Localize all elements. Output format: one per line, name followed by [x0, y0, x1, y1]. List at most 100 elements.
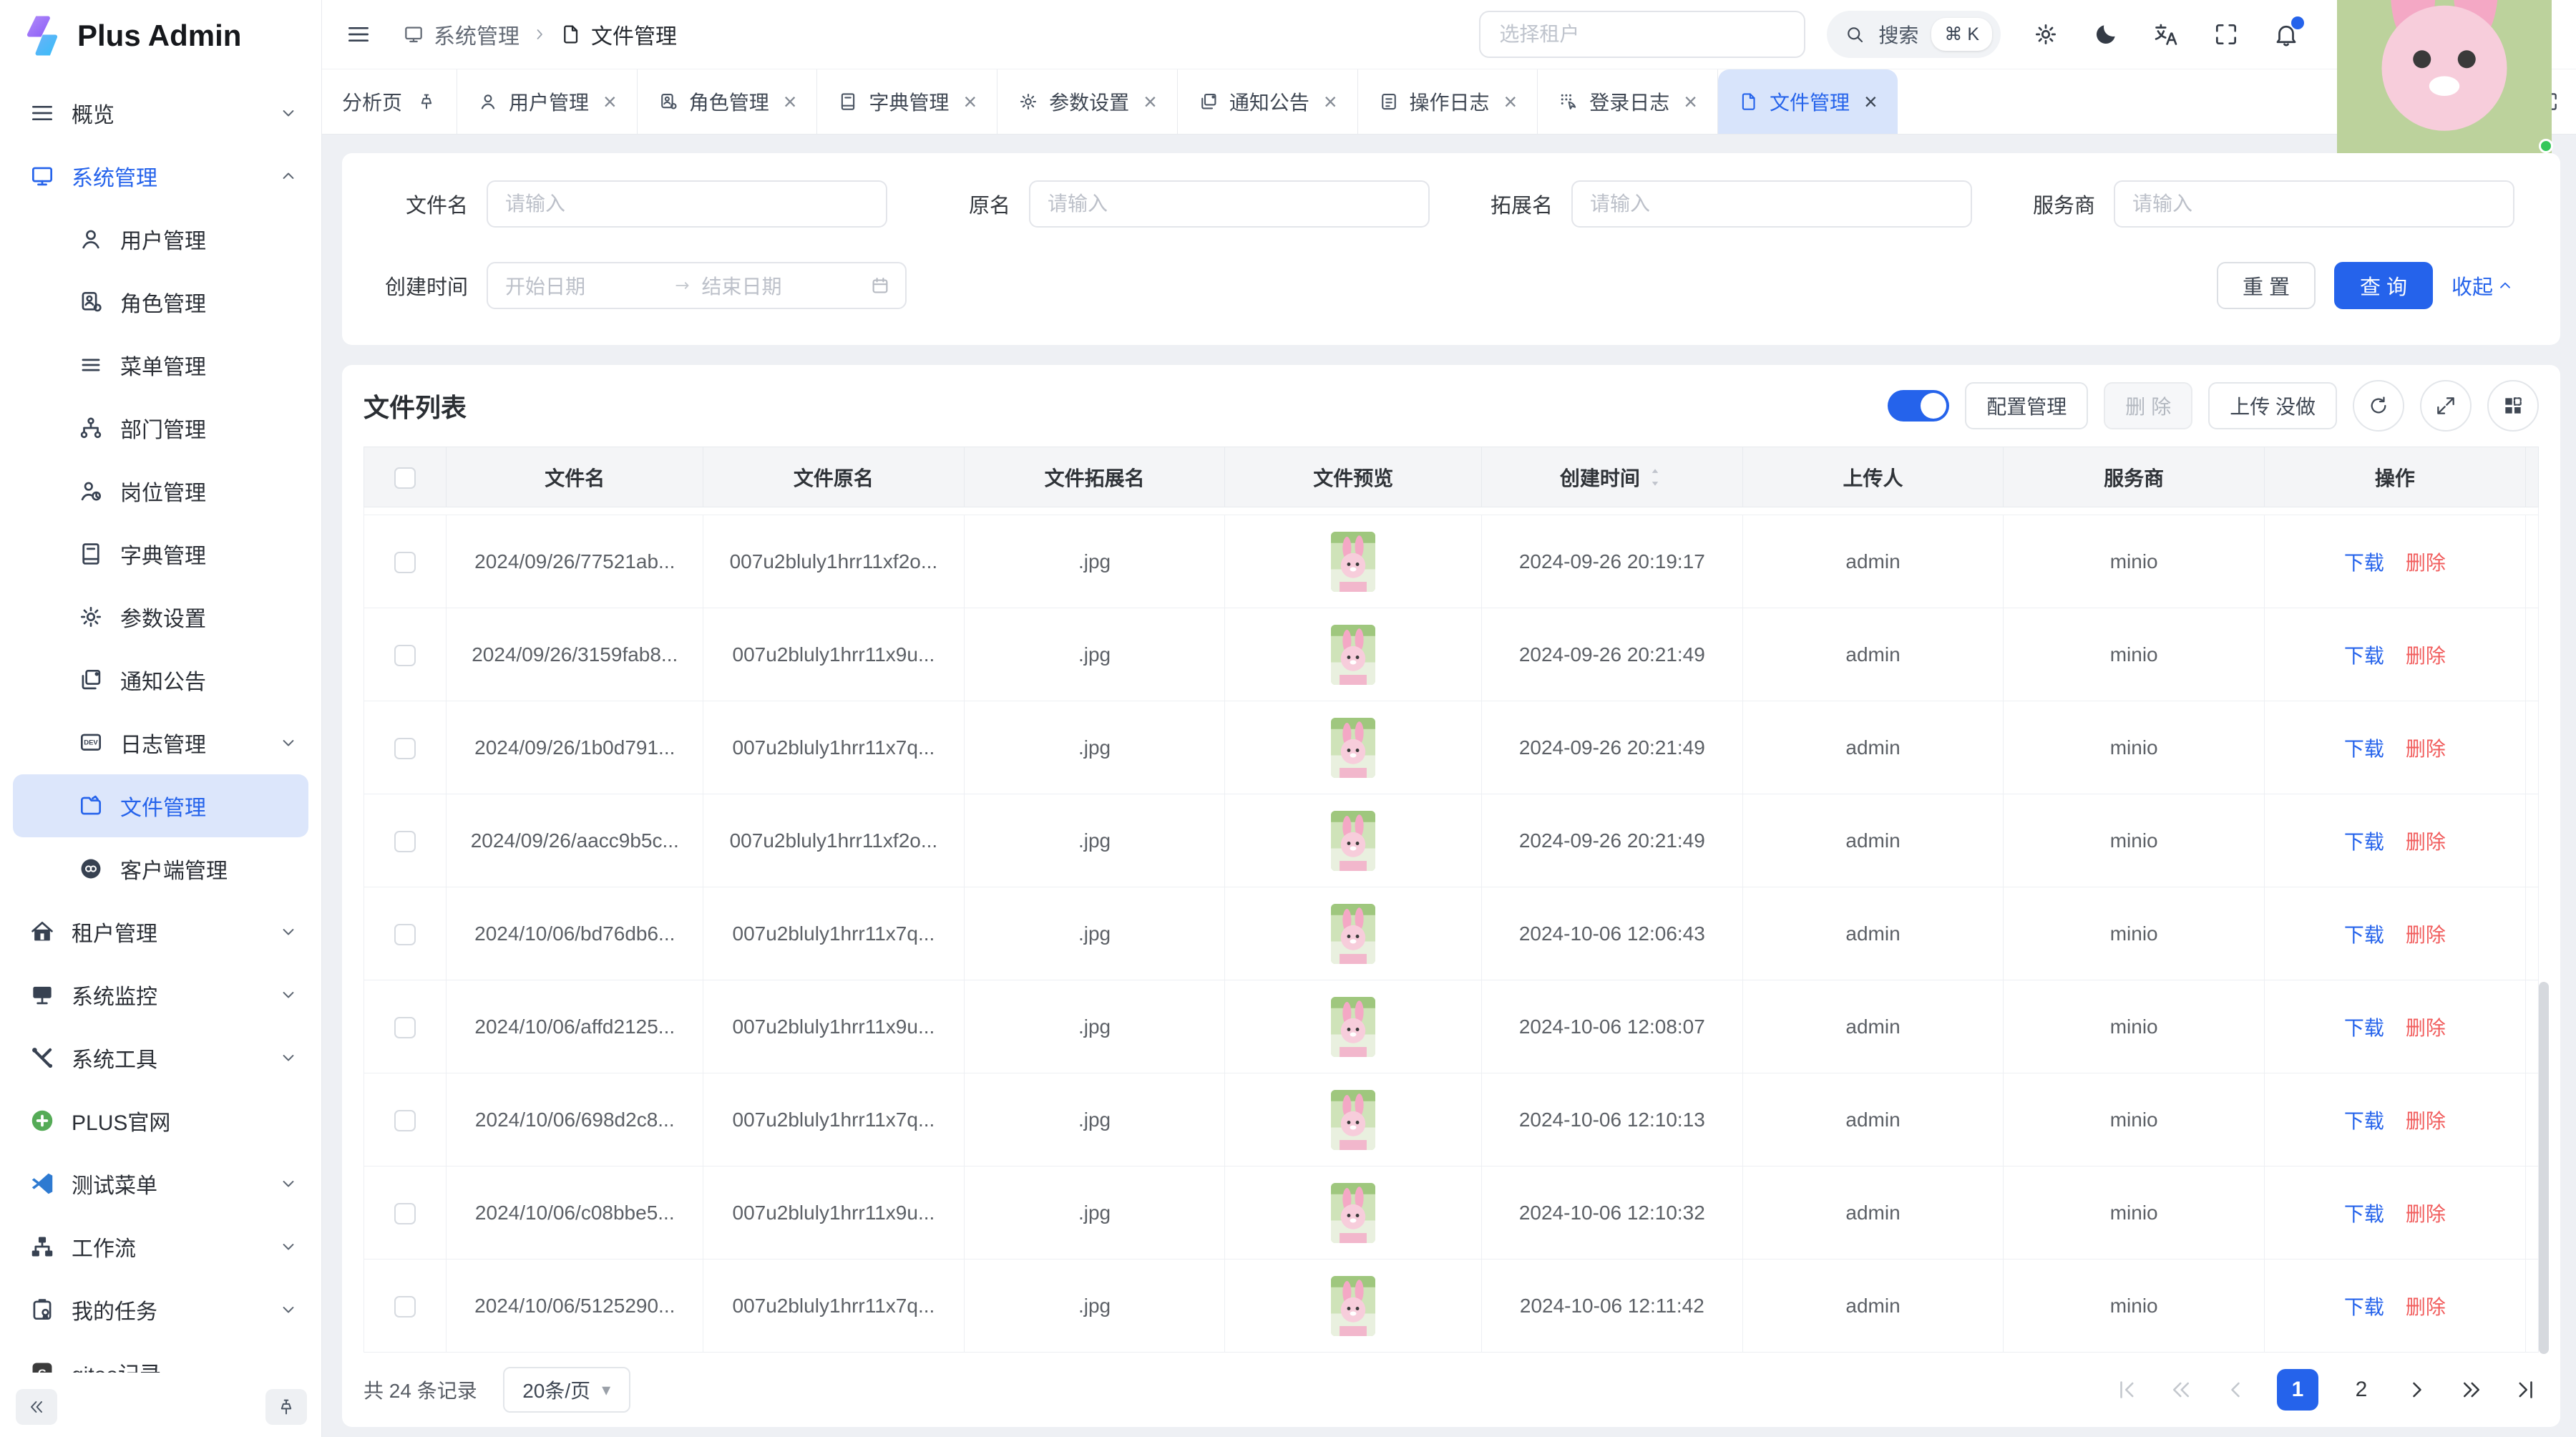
download-link[interactable]: 下载 [2344, 1017, 2384, 1039]
close-icon[interactable]: × [784, 90, 797, 113]
sidebar-item[interactable]: 概览 [0, 82, 321, 145]
sidebar-item[interactable]: 系统工具 [0, 1026, 321, 1089]
page-number-1[interactable]: 1 [2277, 1369, 2318, 1411]
row-checkbox[interactable] [394, 831, 416, 852]
preview-thumbnail[interactable] [1331, 718, 1375, 778]
sidebar-item[interactable]: 系统管理 [0, 145, 321, 208]
tab[interactable]: 文件管理 × [1718, 69, 1898, 134]
filename-input[interactable] [487, 180, 887, 228]
tab[interactable]: 用户管理 × [457, 69, 638, 134]
delete-link[interactable]: 删除 [2406, 1203, 2446, 1225]
page-number-2[interactable]: 2 [2347, 1378, 2376, 1402]
logo[interactable]: Plus Admin [0, 0, 321, 72]
config-manage-button[interactable]: 配置管理 [1965, 382, 2088, 429]
close-icon[interactable]: × [1864, 90, 1878, 113]
tab[interactable]: 角色管理 × [638, 69, 818, 134]
row-checkbox[interactable] [394, 552, 416, 573]
delete-link[interactable]: 删除 [2406, 1110, 2446, 1132]
row-checkbox[interactable] [394, 924, 416, 945]
sidebar-item[interactable]: 部门管理 [0, 396, 321, 459]
sidebar-item[interactable]: 菜单管理 [0, 333, 321, 396]
pin-icon[interactable] [416, 92, 436, 112]
sidebar-collapse-button[interactable] [16, 1389, 57, 1425]
preview-thumbnail[interactable] [1331, 904, 1375, 964]
col-provider[interactable]: 服务商 [2004, 447, 2265, 507]
table-scrollbar-thumb[interactable] [2539, 982, 2549, 1354]
search-toggle-switch[interactable] [1888, 390, 1949, 422]
close-icon[interactable]: × [603, 90, 617, 113]
preview-thumbnail[interactable] [1331, 532, 1375, 592]
download-link[interactable]: 下载 [2344, 1296, 2384, 1318]
breadcrumb-item-files[interactable]: 文件管理 [560, 19, 677, 50]
sidebar-item[interactable]: DEV 日志管理 [0, 711, 321, 774]
column-settings-button[interactable] [2487, 380, 2539, 432]
tab[interactable]: 字典管理 × [817, 69, 997, 134]
close-icon[interactable]: × [1504, 90, 1518, 113]
sidebar-item[interactable]: 文件管理 [13, 774, 308, 837]
delete-link[interactable]: 删除 [2406, 645, 2446, 667]
provider-input[interactable] [2114, 180, 2514, 228]
sidebar-item[interactable]: 工作流 [0, 1215, 321, 1278]
col-preview[interactable]: 文件预览 [1225, 447, 1482, 507]
dark-mode-moon-icon[interactable] [2092, 21, 2119, 48]
col-uploader[interactable]: 上传人 [1742, 447, 2004, 507]
sidebar-item[interactable]: 字典管理 [0, 522, 321, 585]
sidebar-item[interactable]: 测试菜单 [0, 1152, 321, 1215]
sidebar-item[interactable]: 租户管理 [0, 900, 321, 963]
first-page-button[interactable] [2114, 1377, 2140, 1403]
origin-name-input[interactable] [1029, 180, 1430, 228]
tab[interactable]: 分析页 [322, 69, 457, 134]
download-link[interactable]: 下载 [2344, 831, 2384, 853]
col-file-name[interactable]: 文件名 [447, 447, 703, 507]
sidebar-item[interactable]: 通知公告 [0, 648, 321, 711]
sidebar-item[interactable]: G gitee记录 [0, 1341, 321, 1373]
language-translate-icon[interactable] [2152, 21, 2180, 48]
row-checkbox[interactable] [394, 738, 416, 759]
hamburger-icon[interactable] [345, 21, 372, 48]
download-link[interactable]: 下载 [2344, 738, 2384, 760]
tab[interactable]: 参数设置 × [997, 69, 1178, 134]
preview-thumbnail[interactable] [1331, 1183, 1375, 1243]
col-extension[interactable]: 文件拓展名 [964, 447, 1225, 507]
fullscreen-icon[interactable] [2212, 21, 2240, 48]
forward-multi-page-button[interactable] [2459, 1377, 2484, 1403]
sort-carets-icon[interactable] [1646, 466, 1664, 489]
settings-gear-icon[interactable] [2032, 21, 2059, 48]
global-search-button[interactable]: 搜索 ⌘ K [1827, 11, 2001, 58]
tab[interactable]: 操作日志 × [1358, 69, 1538, 134]
last-page-button[interactable] [2513, 1377, 2539, 1403]
close-icon[interactable]: × [1684, 90, 1697, 113]
sidebar-item[interactable]: 我的任务 [0, 1278, 321, 1341]
preview-thumbnail[interactable] [1331, 1276, 1375, 1336]
reset-button[interactable]: 重置 [2217, 262, 2316, 309]
tab[interactable]: 登录日志 × [1538, 69, 1718, 134]
download-link[interactable]: 下载 [2344, 1203, 2384, 1225]
preview-thumbnail[interactable] [1331, 811, 1375, 871]
preview-thumbnail[interactable] [1331, 1090, 1375, 1150]
sidebar-item[interactable]: 用户管理 [0, 208, 321, 271]
sidebar-item[interactable]: 参数设置 [0, 585, 321, 648]
collapse-filter-link[interactable]: 收起 [2451, 271, 2514, 301]
preview-thumbnail[interactable] [1331, 625, 1375, 685]
sidebar-item[interactable]: 客户端管理 [0, 837, 321, 900]
table-fullscreen-button[interactable] [2420, 380, 2472, 432]
sidebar-item[interactable]: 岗位管理 [0, 459, 321, 522]
close-icon[interactable]: × [1143, 90, 1157, 113]
row-checkbox[interactable] [394, 645, 416, 666]
sidebar-pin-button[interactable] [265, 1389, 307, 1425]
tenant-select-input[interactable] [1479, 11, 1805, 58]
back-multi-page-button[interactable] [2168, 1377, 2194, 1403]
col-actions[interactable]: 操作 [2265, 447, 2526, 507]
query-button[interactable]: 查询 [2334, 262, 2433, 309]
delete-link[interactable]: 删除 [2406, 1017, 2446, 1039]
prev-page-button[interactable] [2223, 1377, 2248, 1403]
page-size-select[interactable]: 20条/页 ▾ [503, 1367, 630, 1413]
delete-link[interactable]: 删除 [2406, 552, 2446, 574]
notification-bell-icon[interactable] [2273, 21, 2300, 48]
row-checkbox[interactable] [394, 1203, 416, 1224]
download-link[interactable]: 下载 [2344, 645, 2384, 667]
delete-link[interactable]: 删除 [2406, 831, 2446, 853]
delete-link[interactable]: 删除 [2406, 924, 2446, 946]
tab[interactable]: 通知公告 × [1178, 69, 1358, 134]
delete-link[interactable]: 删除 [2406, 1296, 2446, 1318]
